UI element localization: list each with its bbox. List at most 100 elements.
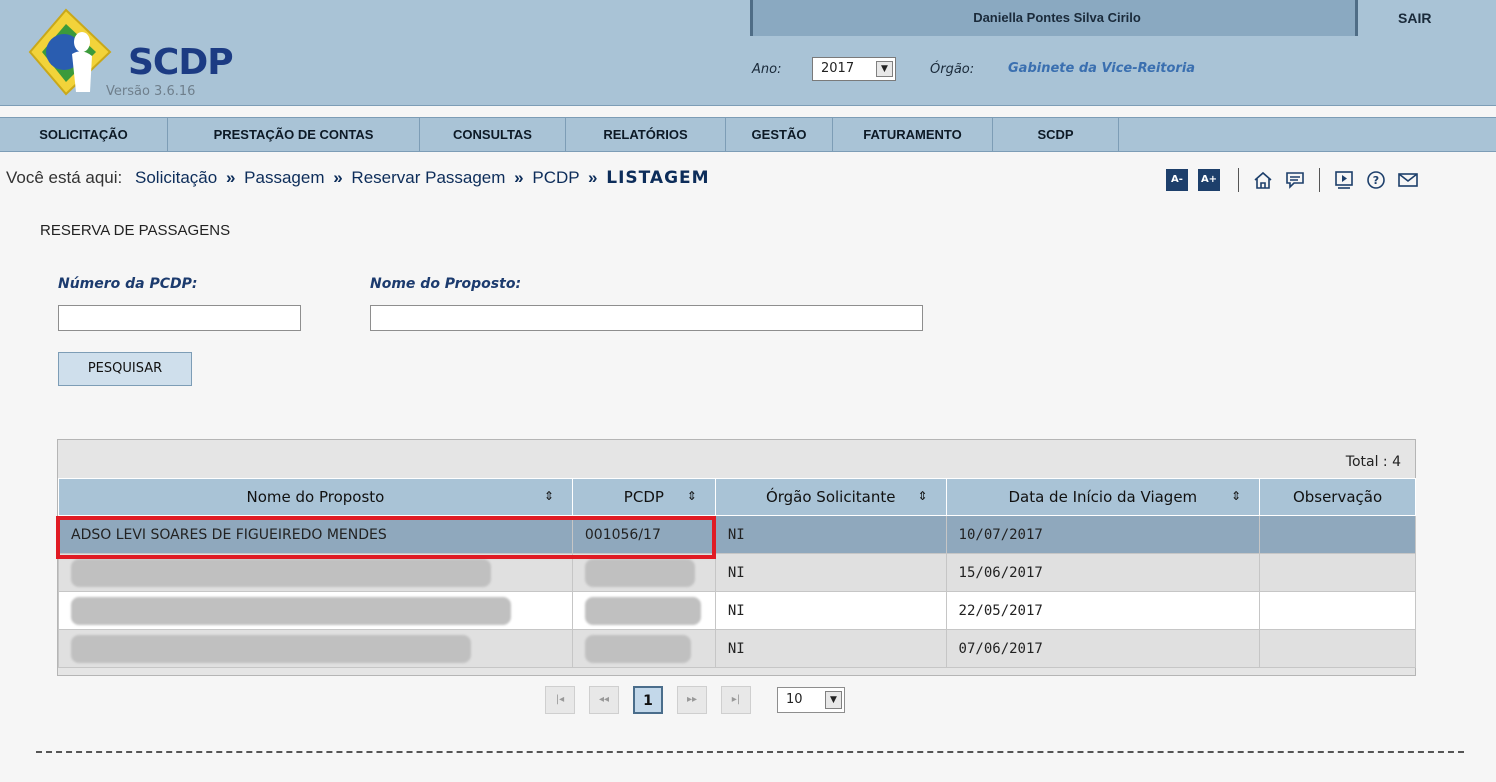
home-icon[interactable] <box>1250 167 1276 193</box>
cell-data: 07/06/2017 <box>945 629 1261 668</box>
redacted-block <box>584 634 691 663</box>
svg-text:?: ? <box>1373 174 1379 187</box>
cell-observacao <box>1259 553 1416 592</box>
redacted-block <box>71 596 511 625</box>
chevron-down-icon[interactable]: ▼ <box>876 61 893 77</box>
year-label: Ano: <box>752 62 782 77</box>
table-row[interactable]: ADSO LEVI SOARES DE FIGUEIREDO MENDES 00… <box>58 515 1416 554</box>
video-icon[interactable] <box>1331 167 1357 193</box>
breadcrumb-separator-icon: » <box>225 168 236 187</box>
mail-icon[interactable] <box>1395 167 1421 193</box>
chat-icon[interactable] <box>1282 167 1308 193</box>
table-row[interactable]: NI 15/06/2017 <box>58 553 1416 592</box>
table-header-row: Nome do Proposto ⇕ PCDP ⇕ Órgão Solicitant… <box>58 478 1416 516</box>
pagination: |◂ ◂◂ 1 ▸▸ ▸| 10 ▼ <box>545 685 845 715</box>
toolbar: A- A+ ? <box>1166 166 1424 194</box>
sort-icon[interactable]: ⇕ <box>687 489 697 503</box>
chevron-down-icon[interactable]: ▼ <box>825 691 842 709</box>
cell-observacao <box>1259 629 1416 668</box>
breadcrumb-item-reservar-passagem[interactable]: Reservar Passagem <box>351 168 505 187</box>
user-bar: Daniella Pontes Silva Cirilo <box>750 0 1358 36</box>
proposto-name-input[interactable] <box>370 305 923 331</box>
cell-pcdp[interactable]: 001056/17 <box>571 515 716 554</box>
year-select[interactable]: 2017 ▼ <box>812 57 896 81</box>
column-header-label: PCDP <box>623 488 664 506</box>
sort-icon[interactable]: ⇕ <box>1231 489 1241 503</box>
year-value: 2017 <box>821 61 855 76</box>
breadcrumb-item-solicitacao[interactable]: Solicitação <box>135 168 217 187</box>
help-icon[interactable]: ? <box>1363 167 1389 193</box>
breadcrumb-separator-icon: » <box>333 168 343 187</box>
pcdp-number-input[interactable] <box>58 305 301 331</box>
font-increase-button[interactable]: A+ <box>1198 169 1220 191</box>
column-header-observacao[interactable]: Observação <box>1259 478 1416 516</box>
cell-nome[interactable]: ADSO LEVI SOARES DE FIGUEIREDO MENDES <box>58 515 573 554</box>
breadcrumb-separator-icon: » <box>588 168 598 187</box>
cell-orgao: NI <box>714 629 947 668</box>
page-title: RESERVA DE PASSAGENS <box>40 222 231 239</box>
cell-orgao: NI <box>714 591 947 630</box>
app-version: Versão 3.6.16 <box>106 84 196 99</box>
column-header-pcdp[interactable]: PCDP ⇕ <box>571 478 716 516</box>
sort-icon[interactable]: ⇕ <box>544 489 554 503</box>
cell-nome-redacted[interactable] <box>58 629 573 668</box>
previous-page-button[interactable]: ◂◂ <box>589 686 619 714</box>
page-size-select[interactable]: 10 ▼ <box>777 687 845 713</box>
breadcrumb-separator-icon: » <box>514 168 524 187</box>
column-header-label: Nome do Proposto <box>246 488 385 506</box>
results-grid: Total : 4 Nome do Proposto ⇕ PCDP ⇕ Órgão … <box>57 439 1416 676</box>
column-header-orgao[interactable]: Órgão Solicitante ⇕ <box>714 478 947 516</box>
menu-item-solicitacao[interactable]: SOLICITAÇÃO <box>0 118 168 151</box>
cell-data: 10/07/2017 <box>945 515 1261 554</box>
redacted-block <box>71 634 471 663</box>
app-header: SCDP Versão 3.6.16 Daniella Pontes Silva… <box>0 0 1496 106</box>
next-page-button[interactable]: ▸▸ <box>677 686 707 714</box>
page-size-value: 10 <box>786 692 803 707</box>
scdp-logo[interactable]: SCDP Versão 3.6.16 <box>20 6 260 99</box>
breadcrumb-current: LISTAGEM <box>606 168 710 188</box>
org-value[interactable]: Gabinete da Vice-Reitoria <box>1008 61 1195 76</box>
app-name: SCDP <box>128 42 234 83</box>
sort-icon[interactable]: ⇕ <box>917 489 927 503</box>
user-name: Daniella Pontes Silva Cirilo <box>973 10 1141 25</box>
font-decrease-button[interactable]: A- <box>1166 169 1188 191</box>
column-header-data[interactable]: Data de Início da Viagem ⇕ <box>945 478 1261 516</box>
column-header-nome[interactable]: Nome do Proposto ⇕ <box>58 478 573 516</box>
search-button[interactable]: PESQUISAR <box>58 352 192 386</box>
proposto-name-label: Nome do Proposto: <box>370 276 522 292</box>
org-label: Órgão: <box>930 62 975 77</box>
cell-data: 15/06/2017 <box>945 553 1261 592</box>
column-header-label: Observação <box>1292 488 1383 506</box>
first-page-button[interactable]: |◂ <box>545 686 575 714</box>
menu-item-relatorios[interactable]: RELATÓRIOS <box>566 118 726 151</box>
cell-pcdp-redacted[interactable] <box>571 629 716 668</box>
current-page-button[interactable]: 1 <box>633 686 663 714</box>
menu-item-scdp[interactable]: SCDP <box>993 118 1119 151</box>
redacted-block <box>584 596 701 625</box>
breadcrumb-item-passagem[interactable]: Passagem <box>244 168 324 187</box>
menu-item-faturamento[interactable]: FATURAMENTO <box>833 118 993 151</box>
cell-orgao: NI <box>714 553 947 592</box>
menu-item-consultas[interactable]: CONSULTAS <box>420 118 566 151</box>
logout-button[interactable]: SAIR <box>1398 10 1431 26</box>
results-table: Nome do Proposto ⇕ PCDP ⇕ Órgão Solicitant… <box>58 478 1416 668</box>
breadcrumb-item-pcdp[interactable]: PCDP <box>532 168 579 187</box>
last-page-button[interactable]: ▸| <box>721 686 751 714</box>
toolbar-divider <box>1319 168 1320 192</box>
cell-nome-redacted[interactable] <box>58 553 573 592</box>
breadcrumb-prefix: Você está aqui: <box>6 168 123 187</box>
cell-observacao <box>1259 515 1416 554</box>
cell-nome-redacted[interactable] <box>58 591 573 630</box>
column-header-label: Data de Início da Viagem <box>1008 488 1198 506</box>
breadcrumb: Você está aqui: Solicitação » Passagem »… <box>6 168 710 194</box>
table-row[interactable]: NI 22/05/2017 <box>58 591 1416 630</box>
cell-pcdp-redacted[interactable] <box>571 553 716 592</box>
table-row[interactable]: NI 07/06/2017 <box>58 629 1416 668</box>
column-header-label: Órgão Solicitante <box>765 488 896 506</box>
total-count: Total : 4 <box>1345 454 1401 470</box>
menu-item-prestacao-de-contas[interactable]: PRESTAÇÃO DE CONTAS <box>168 118 420 151</box>
cell-pcdp-redacted[interactable] <box>571 591 716 630</box>
toolbar-divider <box>1238 168 1239 192</box>
redacted-block <box>71 558 491 587</box>
menu-item-gestao[interactable]: GESTÃO <box>726 118 833 151</box>
